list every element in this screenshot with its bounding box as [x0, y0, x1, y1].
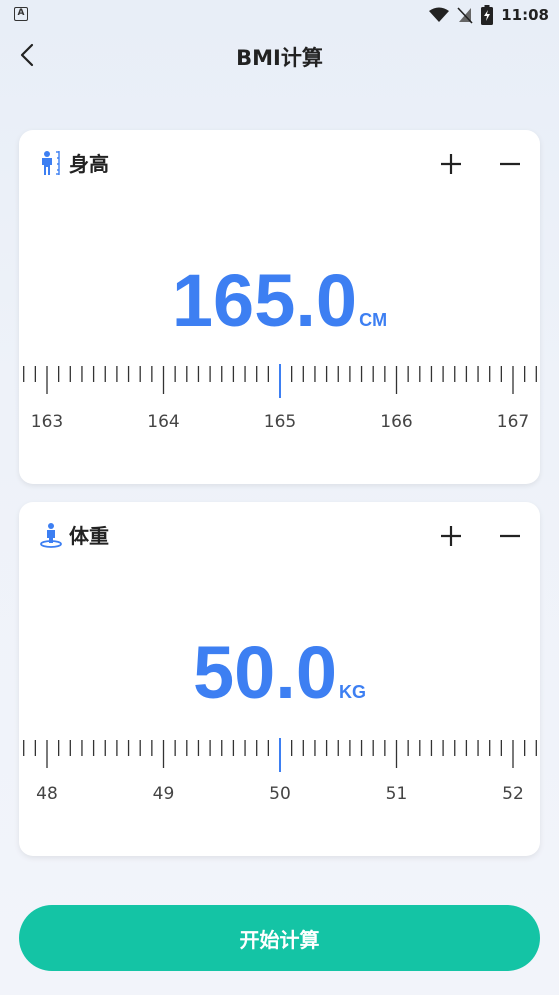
wifi-icon [429, 7, 450, 22]
ruler-tick-label: 49 [152, 784, 175, 804]
ruler-tick-label: 163 [30, 412, 64, 432]
notification-icon: A [14, 7, 28, 21]
height-card: 身高 165.0 CM 163 164 165 166 167 [19, 130, 540, 484]
height-increase-button[interactable] [435, 148, 467, 180]
weight-increase-button[interactable] [435, 520, 467, 552]
start-calculate-button[interactable]: 开始计算 [19, 905, 540, 971]
ruler-tick-label: 50 [269, 784, 291, 804]
minus-icon [500, 534, 520, 538]
ruler-tick-label: 165 [263, 412, 297, 432]
weight-label: 体重 [69, 524, 109, 548]
weight-ruler[interactable] [19, 736, 540, 776]
ruler-tick-label: 51 [385, 784, 408, 804]
ruler-tick-label: 164 [147, 412, 180, 432]
weight-card-header: 体重 [39, 520, 109, 549]
plus-icon [441, 526, 461, 546]
battery-charging-icon [481, 5, 494, 25]
ruler-tick-label: 166 [380, 412, 413, 432]
status-icons: 11:08 [429, 4, 549, 26]
height-ruler[interactable] [19, 362, 540, 402]
page-title: BMI计算 [236, 46, 323, 70]
weight-value: 50.0 [192, 631, 338, 714]
height-unit: CM [359, 310, 388, 330]
person-weight-icon [40, 522, 62, 548]
sim-off-icon [457, 7, 473, 24]
status-bar: A 11:08 [0, 0, 559, 30]
header: BMI计算 [0, 32, 559, 78]
weight-value-display: 50.0 KG [19, 630, 540, 715]
weight-unit: KG [339, 682, 367, 702]
height-card-header: 身高 [39, 148, 109, 177]
plus-icon [441, 154, 461, 174]
clock: 11:08 [501, 6, 549, 24]
weight-decrease-button[interactable] [494, 520, 526, 552]
height-label: 身高 [69, 152, 109, 176]
weight-card: 体重 50.0 KG 48 49 50 51 52 [19, 502, 540, 856]
weight-ruler-labels: 48 49 50 51 52 [19, 784, 540, 806]
ruler-tick-label: 48 [36, 784, 58, 804]
person-height-icon [42, 150, 60, 175]
ruler-tick-label: 167 [496, 412, 530, 432]
height-value-display: 165.0 CM [19, 258, 540, 343]
height-ruler-labels: 163 164 165 166 167 [19, 412, 540, 434]
minus-icon [500, 162, 520, 166]
height-value: 165.0 [171, 259, 358, 342]
ruler-tick-label: 52 [502, 784, 524, 804]
height-decrease-button[interactable] [494, 148, 526, 180]
